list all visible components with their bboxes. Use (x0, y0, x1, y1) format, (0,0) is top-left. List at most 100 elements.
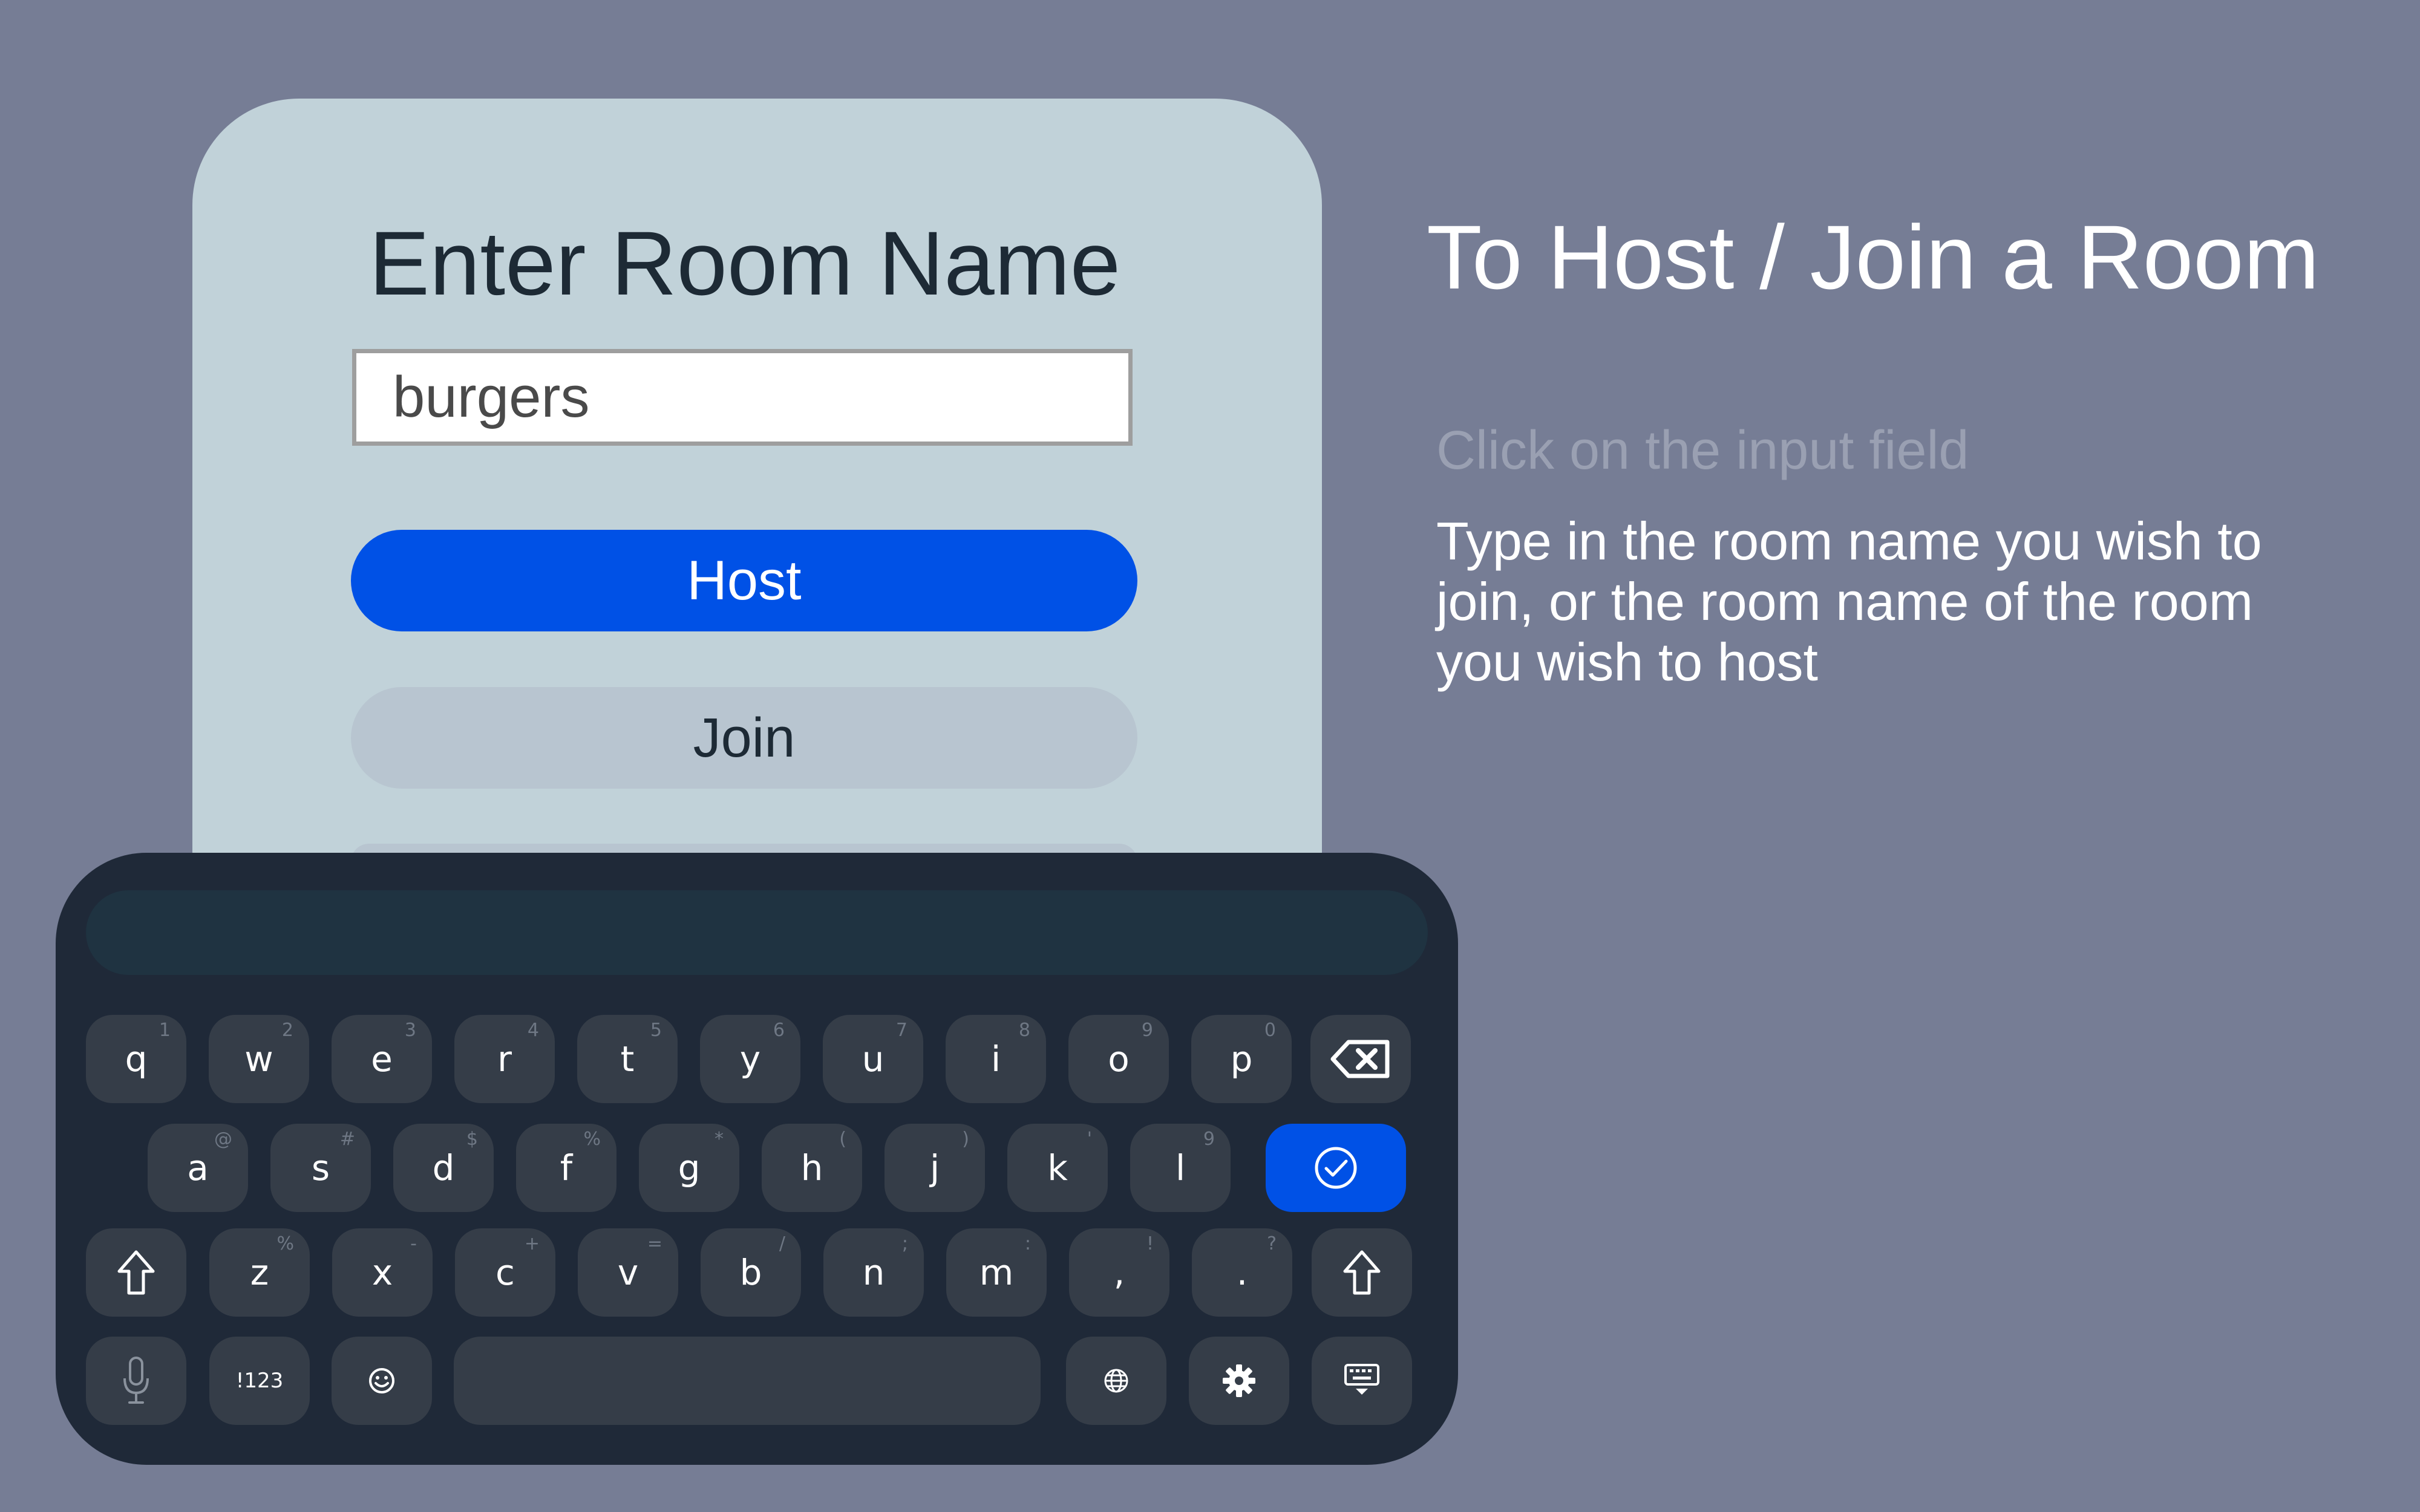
keyboard-hide-icon (1344, 1364, 1379, 1395)
key-y[interactable]: y6 (700, 1015, 800, 1103)
key-label: j (929, 1147, 940, 1188)
key-g[interactable]: g * (639, 1124, 739, 1212)
shift-key-right[interactable] (1312, 1228, 1412, 1317)
key-w[interactable]: w2 (209, 1015, 309, 1103)
key-k[interactable]: k ' (1007, 1124, 1108, 1212)
key-b[interactable]: b / (701, 1228, 801, 1317)
key-label: r (497, 1038, 512, 1080)
key-s[interactable]: s # (270, 1124, 371, 1212)
key-secondary-label: 8 (1018, 1020, 1030, 1041)
key-secondary-label: / (779, 1233, 785, 1254)
key-secondary-label: $ (466, 1129, 478, 1150)
voice-input-key[interactable] (86, 1337, 186, 1425)
key-secondary-label: 9 (1203, 1129, 1215, 1150)
key-label: m (979, 1252, 1014, 1293)
key-c[interactable]: c + (455, 1228, 555, 1317)
key-secondary-label: + (524, 1233, 540, 1254)
host-button[interactable]: Host (351, 530, 1137, 631)
key-label: e (371, 1038, 393, 1080)
enter-key[interactable] (1266, 1124, 1406, 1212)
globe-icon (1104, 1369, 1128, 1393)
key-secondary-label: ' (1087, 1129, 1092, 1150)
key-label: y (739, 1038, 761, 1080)
key-a[interactable]: a @ (148, 1124, 248, 1212)
key-label: b (739, 1252, 762, 1293)
key-label: c (495, 1252, 515, 1293)
hide-keyboard-key[interactable] (1312, 1337, 1412, 1425)
key-label: . (1236, 1252, 1248, 1293)
microphone-icon (123, 1357, 149, 1404)
key-period[interactable]: .? (1192, 1228, 1292, 1317)
join-button-label: Join (693, 706, 796, 769)
shift-icon (117, 1250, 155, 1295)
shift-icon (1343, 1250, 1381, 1295)
on-screen-keyboard: q 1 w 2 e 3 r 4 t 5 y 6 u 7 i 8 o 9 p 0 a @ s # d $ f% g * h(j) k ' l 9 z%… (56, 853, 1458, 1465)
emoji-icon (369, 1368, 394, 1393)
key-l[interactable]: l9 (1130, 1124, 1231, 1212)
key-o[interactable]: o9 (1068, 1015, 1169, 1103)
key-secondary-label: 5 (650, 1020, 662, 1041)
key-d[interactable]: d $ (393, 1124, 494, 1212)
key-i[interactable]: i8 (946, 1015, 1046, 1103)
key-x[interactable]: x- (332, 1228, 433, 1317)
key-secondary-label: ; (901, 1233, 908, 1254)
key-t[interactable]: t5 (577, 1015, 678, 1103)
key-m[interactable]: m: (946, 1228, 1047, 1317)
instruction-step-previous: Click on the input field (1436, 420, 1969, 481)
key-f[interactable]: f% (516, 1124, 616, 1212)
key-label: q (125, 1038, 148, 1080)
shift-key-left[interactable] (86, 1228, 186, 1317)
key-secondary-label: 1 (159, 1020, 171, 1041)
key-label: h (800, 1147, 823, 1188)
room-name-input[interactable] (352, 349, 1133, 446)
key-label: , (1113, 1252, 1125, 1293)
emoji-key[interactable] (332, 1337, 432, 1425)
key-e[interactable]: e3 (332, 1015, 432, 1103)
key-secondary-label: : (1024, 1233, 1031, 1254)
suggestion-bar (86, 890, 1428, 975)
key-v[interactable]: v = (578, 1228, 678, 1317)
key-secondary-label: 0 (1264, 1020, 1276, 1041)
key-p[interactable]: p0 (1191, 1015, 1292, 1103)
gear-icon (1223, 1364, 1255, 1397)
key-secondary-label: # (339, 1129, 355, 1150)
key-label: n (862, 1252, 885, 1293)
key-secondary-label: % (276, 1233, 294, 1254)
key-z[interactable]: z% (209, 1228, 310, 1317)
key-secondary-label: ! (1146, 1233, 1154, 1254)
language-key[interactable] (1066, 1337, 1166, 1425)
key-label: l (1175, 1147, 1186, 1188)
key-secondary-label: 9 (1141, 1020, 1153, 1041)
host-button-label: Host (687, 549, 802, 611)
key-label: g (678, 1147, 701, 1188)
instructions-title: To Host / Join a Room (1427, 206, 2320, 308)
backspace-key[interactable] (1310, 1015, 1411, 1103)
key-secondary-label: - (410, 1233, 417, 1254)
key-label: w (244, 1038, 273, 1080)
symbols-key-label: !123 (235, 1369, 284, 1393)
panel-title: Enter Room Name (369, 212, 1121, 314)
key-secondary-label: 2 (281, 1020, 293, 1041)
key-q[interactable]: q1 (86, 1015, 186, 1103)
key-u[interactable]: u7 (823, 1015, 923, 1103)
join-button[interactable]: Join (351, 687, 1137, 789)
key-h[interactable]: h( (762, 1124, 862, 1212)
key-secondary-label: = (647, 1233, 662, 1254)
space-key[interactable] (454, 1337, 1041, 1425)
symbols-key[interactable]: !123 (209, 1337, 310, 1425)
key-label: s (311, 1147, 330, 1188)
key-secondary-label: ( (839, 1129, 846, 1150)
key-label: o (1108, 1038, 1130, 1080)
settings-key[interactable] (1189, 1337, 1289, 1425)
key-label: x (371, 1252, 393, 1293)
key-secondary-label: @ (214, 1129, 232, 1150)
key-j[interactable]: j) (885, 1124, 985, 1212)
key-comma[interactable]: ,! (1069, 1228, 1169, 1317)
key-n[interactable]: n; (823, 1228, 924, 1317)
key-r[interactable]: r4 (454, 1015, 555, 1103)
key-secondary-label: 6 (773, 1020, 785, 1041)
key-label: u (862, 1038, 885, 1080)
key-secondary-label: 3 (404, 1020, 416, 1041)
key-secondary-label: % (583, 1129, 601, 1150)
check-circle-icon (1315, 1147, 1357, 1189)
